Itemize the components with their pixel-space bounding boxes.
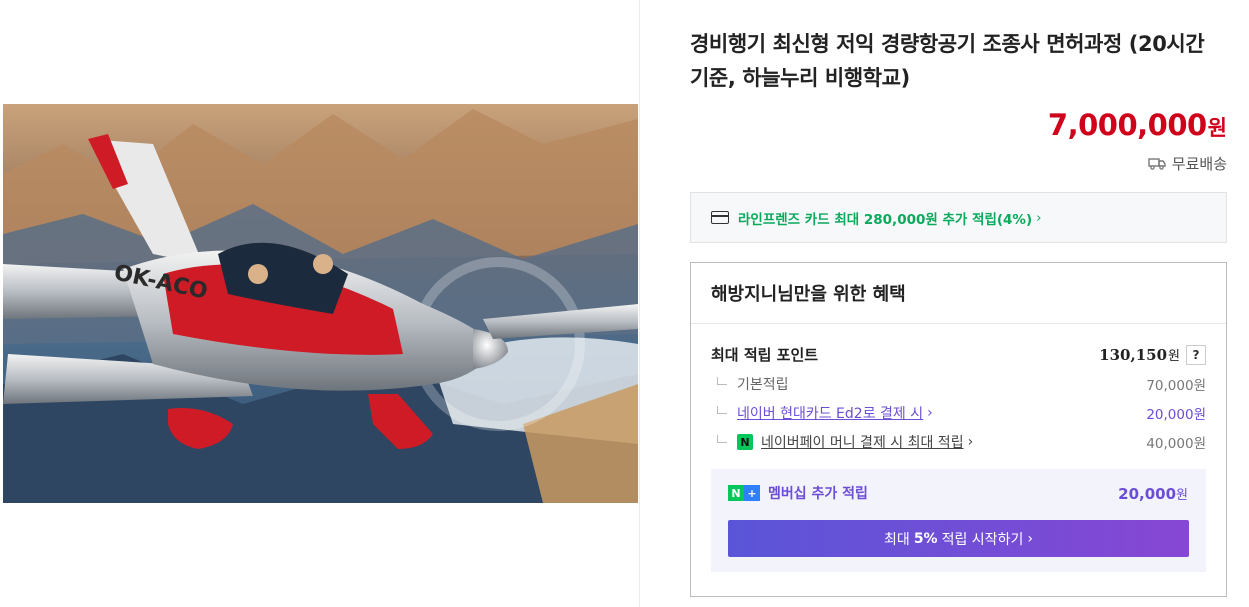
max-points-row: 최대 적립 포인트 130,150 원 ?	[711, 344, 1206, 365]
membership-label: 멤버십 추가 적립	[768, 486, 868, 502]
product-image-panel: OK-ACO	[0, 0, 640, 607]
benefit-item-label[interactable]: 네이버페이 머니 결제 시 최대 적립	[761, 432, 964, 452]
membership-value: 20,000	[1118, 484, 1177, 503]
chevron-right-icon: ›	[1027, 530, 1033, 547]
benefit-item-value: 70,000원	[1146, 378, 1206, 394]
benefit-item-basic: 기본적립 70,000원	[711, 374, 1206, 394]
card-benefit-banner[interactable]: 라인프렌즈 카드 최대 280,000원 추가 적립(4%) ›	[690, 192, 1227, 243]
product-title: 경비행기 최신형 저익 경량항공기 조종사 면허과정 (20시간 기준, 하늘누…	[690, 32, 1205, 90]
tree-corner-icon	[717, 435, 727, 443]
start-membership-button[interactable]: 최대 5% 적립 시작하기 ›	[728, 520, 1189, 557]
benefit-item-label: 기본적립	[737, 377, 789, 393]
benefit-box: 해방지니님만을 위한 혜택 최대 적립 포인트 130,150 원 ? 기본적립…	[690, 262, 1227, 597]
max-points-label: 최대 적립 포인트	[711, 346, 819, 364]
aircraft-photo: OK-ACO	[3, 104, 638, 503]
membership-row: N + 멤버십 추가 적립 20,000원	[728, 483, 1188, 503]
card-benefit-label: 라인프렌즈 카드 최대 280,000원 추가 적립(4%)	[738, 211, 1033, 228]
help-icon[interactable]: ?	[1186, 344, 1206, 365]
membership-value-group: 20,000원	[1118, 484, 1188, 503]
benefit-heading: 해방지니님만을 위한 혜택	[691, 263, 1226, 324]
membership-panel: N + 멤버십 추가 적립 20,000원 최대 5% 적립 시작하기 ›	[711, 469, 1206, 572]
benefit-item-naverpay[interactable]: N 네이버페이 머니 결제 시 최대 적립 › 40,000원	[711, 432, 1206, 452]
shipping-info: 무료배송	[1148, 153, 1227, 174]
membership-unit: 원	[1176, 487, 1188, 503]
cta-post: 적립 시작하기	[941, 531, 1024, 548]
credit-card-icon	[711, 211, 729, 224]
naverpay-icon: N	[737, 434, 753, 450]
product-image[interactable]: OK-ACO	[3, 104, 638, 503]
naver-plus-icon: N +	[728, 485, 760, 501]
cta-percent: 5%	[913, 530, 938, 547]
max-points-value: 130,150	[1099, 345, 1168, 364]
price-unit: 원	[1207, 116, 1227, 140]
chevron-right-icon: ›	[1036, 209, 1042, 226]
max-points-value-group: 130,150 원 ?	[1099, 344, 1206, 365]
benefit-item-hyundai-card[interactable]: 네이버 현대카드 Ed2로 결제 시 › 20,000원	[711, 403, 1206, 423]
price-value: 7,000,000	[1047, 108, 1207, 142]
price-row: 7,000,000 원	[1048, 108, 1227, 142]
max-points-unit: 원	[1168, 349, 1180, 364]
shipping-label: 무료배송	[1171, 155, 1227, 173]
benefit-item-value: 40,000원	[1146, 436, 1206, 452]
tree-corner-icon	[717, 377, 727, 385]
benefit-item-value: 20,000원	[1146, 407, 1206, 423]
chevron-right-icon: ›	[967, 434, 974, 450]
benefit-item-label[interactable]: 네이버 현대카드 Ed2로 결제 시	[737, 403, 923, 423]
truck-icon	[1148, 158, 1166, 170]
chevron-right-icon: ›	[927, 405, 933, 421]
product-info-panel: 경비행기 최신형 저익 경량항공기 조종사 면허과정 (20시간 기준, 하늘누…	[690, 0, 1227, 607]
cta-pre: 최대	[884, 531, 910, 548]
tree-corner-icon	[717, 406, 727, 414]
